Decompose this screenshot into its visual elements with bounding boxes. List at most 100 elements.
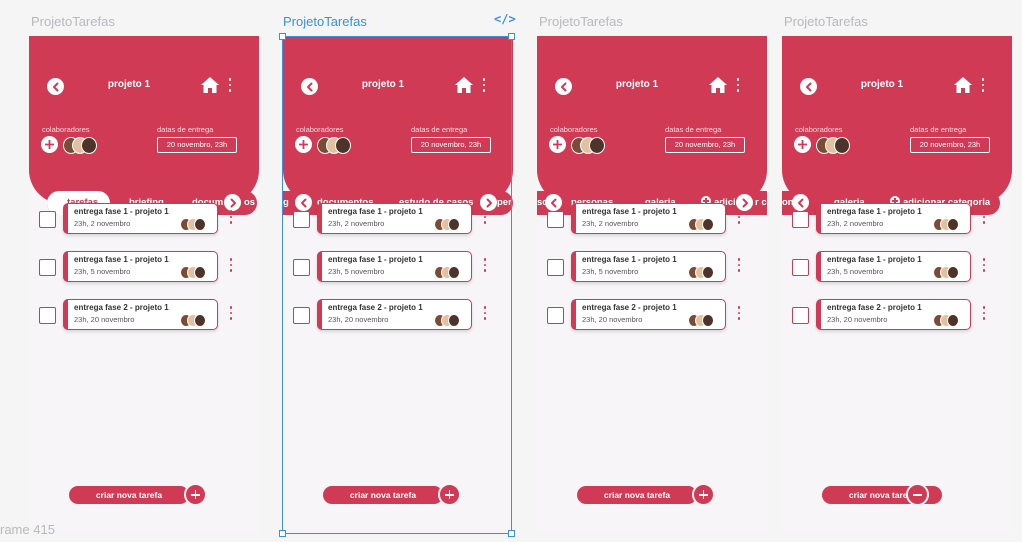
task-card[interactable]: entrega fase 1 - projeto 1 23h, 2 novemb…: [816, 203, 971, 234]
task-more-icon[interactable]: [982, 258, 986, 274]
avatar: [947, 218, 959, 231]
task-row: entrega fase 1 - projeto 1 23h, 5 novemb…: [792, 248, 1002, 284]
task-checkbox[interactable]: [39, 307, 56, 324]
project-header: projeto 1 colaboradores datas de entrega…: [537, 36, 767, 204]
avatar: [947, 314, 959, 327]
task-checkbox[interactable]: [792, 211, 809, 228]
home-icon[interactable]: [708, 76, 728, 94]
task-more-icon[interactable]: [737, 306, 741, 322]
add-collaborator-button[interactable]: [41, 136, 58, 153]
project-header: projeto 1 colaboradores datas de entrega…: [29, 36, 259, 204]
task-title: entrega fase 1 - projeto 1: [74, 255, 169, 264]
collaborator-avatars: [180, 314, 210, 327]
task-more-icon[interactable]: [229, 306, 233, 322]
collaborator-avatars: [933, 266, 963, 279]
avatar: [81, 137, 97, 154]
task-date: 23h, 2 novembro: [582, 219, 639, 228]
collaborators-label: colaboradores: [42, 125, 90, 134]
dates-label: datas de entrega: [910, 125, 967, 134]
task-card[interactable]: entrega fase 1 - projeto 1 23h, 5 novemb…: [63, 251, 218, 282]
frame-title[interactable]: ProjetoTarefas: [31, 14, 115, 29]
task-title: entrega fase 1 - projeto 1: [582, 207, 677, 216]
collaborator-avatars: [688, 218, 718, 231]
task-title: entrega fase 1 - projeto 1: [582, 255, 677, 264]
task-more-icon[interactable]: [229, 210, 233, 226]
phone-frame-1: projeto 1 colaboradores datas de entrega…: [29, 36, 259, 532]
home-icon[interactable]: [200, 76, 220, 94]
minus-icon[interactable]: [906, 483, 929, 506]
delivery-date-field[interactable]: 20 novembro, 23h: [665, 137, 745, 153]
collaborator-avatars: [180, 266, 210, 279]
task-card[interactable]: entrega fase 1 - projeto 1 23h, 5 novemb…: [816, 251, 971, 282]
task-checkbox[interactable]: [792, 259, 809, 276]
task-row: entrega fase 2 - projeto 1 23h, 20 novem…: [547, 296, 757, 332]
resize-handle[interactable]: [279, 530, 286, 537]
code-icon[interactable]: </>: [494, 12, 516, 26]
task-card[interactable]: entrega fase 1 - projeto 1 23h, 5 novemb…: [571, 251, 726, 282]
task-date: 23h, 5 novembro: [74, 267, 131, 276]
create-task-button[interactable]: criar nova tarefa: [69, 486, 189, 504]
frame-label: rame 415: [0, 522, 55, 537]
resize-handle[interactable]: [508, 33, 515, 40]
task-title: entrega fase 1 - projeto 1: [827, 255, 922, 264]
delivery-date-field[interactable]: 20 novembro, 23h: [157, 137, 237, 153]
more-options-icon[interactable]: [735, 78, 741, 94]
dates-label: datas de entrega: [665, 125, 722, 134]
more-options-icon[interactable]: [227, 78, 233, 94]
resize-handle[interactable]: [279, 33, 286, 40]
task-row: entrega fase 1 - projeto 1 23h, 2 novemb…: [792, 200, 1002, 236]
task-more-icon[interactable]: [982, 210, 986, 226]
task-row: entrega fase 1 - projeto 1 23h, 5 novemb…: [39, 248, 249, 284]
task-checkbox[interactable]: [547, 211, 564, 228]
task-checkbox[interactable]: [39, 259, 56, 276]
task-date: 23h, 20 novembro: [582, 315, 643, 324]
task-title: entrega fase 2 - projeto 1: [582, 303, 677, 312]
add-task-icon[interactable]: [692, 483, 715, 506]
task-date: 23h, 20 novembro: [74, 315, 135, 324]
plus-icon: [798, 140, 807, 149]
home-icon[interactable]: [953, 76, 973, 94]
add-collaborator-button[interactable]: [794, 136, 811, 153]
collaborator-avatars: [180, 218, 210, 231]
frame-title[interactable]: ProjetoTarefas: [283, 14, 367, 29]
task-more-icon[interactable]: [737, 258, 741, 274]
frame-title[interactable]: ProjetoTarefas: [784, 14, 868, 29]
task-card[interactable]: entrega fase 2 - projeto 1 23h, 20 novem…: [571, 299, 726, 330]
delivery-date-field[interactable]: 20 novembro, 23h: [910, 137, 990, 153]
plus-icon: [45, 140, 54, 149]
task-more-icon[interactable]: [737, 210, 741, 226]
task-more-icon[interactable]: [229, 258, 233, 274]
task-title: entrega fase 2 - projeto 1: [827, 303, 922, 312]
create-task-button[interactable]: criar nova tarefa: [577, 486, 697, 504]
task-checkbox[interactable]: [547, 307, 564, 324]
collaborator-avatars: [688, 266, 718, 279]
plus-icon: [553, 140, 562, 149]
task-checkbox[interactable]: [792, 307, 809, 324]
project-title: projeto 1: [860, 79, 904, 90]
task-card[interactable]: entrega fase 2 - projeto 1 23h, 20 novem…: [63, 299, 218, 330]
task-checkbox[interactable]: [39, 211, 56, 228]
collaborator-avatars: [688, 314, 718, 327]
task-card[interactable]: entrega fase 1 - projeto 1 23h, 2 novemb…: [63, 203, 218, 234]
task-checkbox[interactable]: [547, 259, 564, 276]
task-more-icon[interactable]: [982, 306, 986, 322]
task-title: entrega fase 1 - projeto 1: [827, 207, 922, 216]
project-title: projeto 1: [107, 79, 151, 90]
add-collaborator-button[interactable]: [549, 136, 566, 153]
task-card[interactable]: entrega fase 1 - projeto 1 23h, 2 novemb…: [571, 203, 726, 234]
frame-title[interactable]: ProjetoTarefas: [539, 14, 623, 29]
collaborators-label: colaboradores: [795, 125, 843, 134]
more-options-icon[interactable]: [980, 78, 986, 94]
collaborators-label: colaboradores: [550, 125, 598, 134]
phone-frame-4: projeto 1 colaboradores datas de entrega…: [782, 36, 1012, 532]
avatar: [194, 266, 206, 279]
collaborator-avatars: [933, 314, 963, 327]
avatar: [834, 137, 850, 154]
resize-handle[interactable]: [508, 530, 515, 537]
task-date: 23h, 20 novembro: [827, 315, 888, 324]
add-task-icon[interactable]: [184, 483, 207, 506]
collaborator-avatars: [816, 137, 852, 154]
project-header: projeto 1 colaboradores datas de entrega…: [782, 36, 1012, 204]
task-title: entrega fase 2 - projeto 1: [74, 303, 169, 312]
task-card[interactable]: entrega fase 2 - projeto 1 23h, 20 novem…: [816, 299, 971, 330]
